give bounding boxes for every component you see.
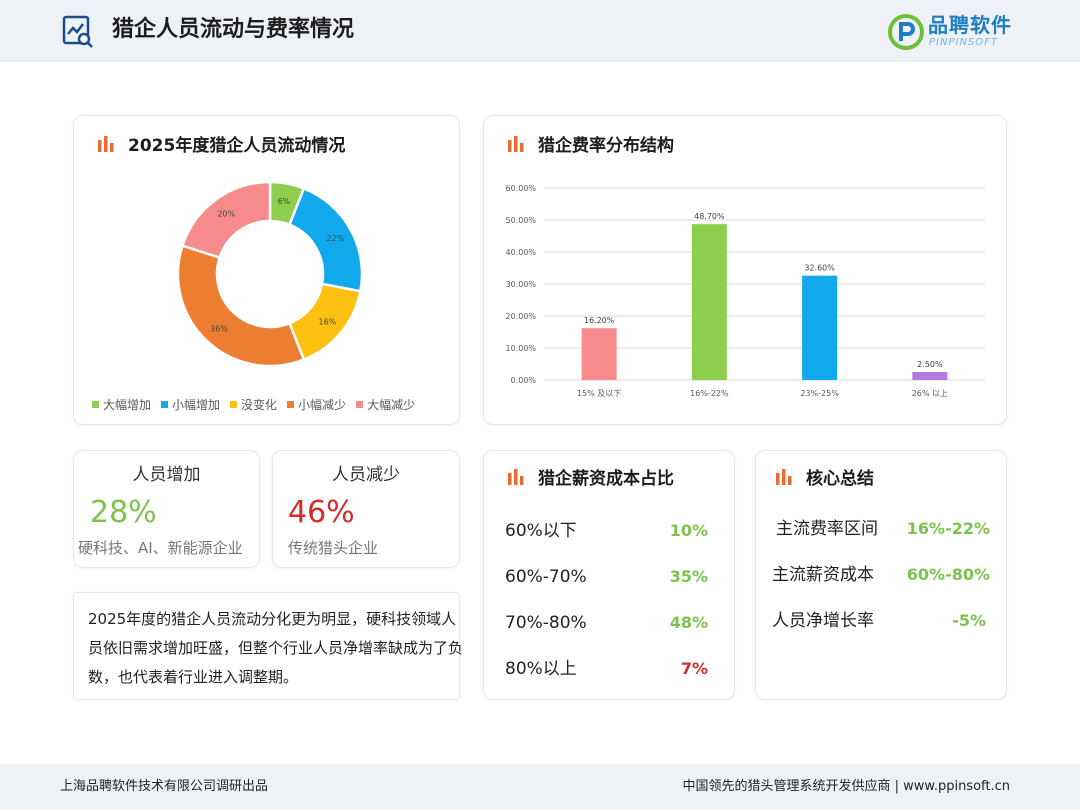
salary-card: 猎企薪资成本占比 60%以下 10% 60%-70% 35% 70%-80% 4… <box>483 450 735 700</box>
legend-swatch <box>92 400 99 408</box>
bar-data-label: 32.60% <box>804 264 835 273</box>
stat-description: 传统猎头企业 <box>288 539 379 557</box>
legend-item: 小幅减少 <box>287 396 346 412</box>
legend-label: 小幅增加 <box>172 397 221 412</box>
salary-row-label: 80%以上 <box>505 659 577 679</box>
page-title: 猎企人员流动与费率情况 <box>112 17 355 42</box>
legend-label: 大幅减少 <box>367 397 416 412</box>
legend-item: 大幅减少 <box>356 396 415 412</box>
bar-chart-icon <box>98 136 114 152</box>
bar <box>912 372 948 380</box>
summary-text: 2025年度的猎企人员流动分化更为明显，硬科技领域人员依旧需求增加旺盛，但整个行… <box>88 610 464 686</box>
logo-mark-icon <box>888 14 924 50</box>
stat-label: 人员增加 <box>132 465 201 485</box>
donut-slice-label: 20% <box>217 210 235 219</box>
bar <box>691 224 727 380</box>
y-tick-label: 0.00% <box>511 376 537 385</box>
core-row-label: 主流费率区间 <box>776 519 878 539</box>
y-tick-label: 20.00% <box>505 312 536 321</box>
salary-row-value: 10% <box>669 521 708 540</box>
legend-label: 没变化 <box>241 397 278 412</box>
core-row-value: -5% <box>952 611 986 630</box>
footer-bar: 上海品聘软件技术有限公司调研出品 中国领先的猎头管理系统开发供应商 | www.… <box>0 764 1080 810</box>
bar-chart-icon <box>776 469 792 485</box>
y-tick-label: 10.00% <box>505 344 536 353</box>
legend-label: 小幅减少 <box>298 397 347 412</box>
core-row-value: 60%-80% <box>906 565 990 584</box>
bar-card: 猎企费率分布结构 0.00% 10.00% 20.00% 30.00% 40.00% 50… <box>483 115 1007 425</box>
salary-row-label: 70%-80% <box>505 613 587 633</box>
logo-subtext: PINPINSOFT <box>929 37 998 48</box>
legend-item: 大幅增加 <box>92 396 151 412</box>
donut-card: 2025年度猎企人员流动情况 6% 22% 16% 36% 20% 大幅增加 小幅增加 没变… <box>73 115 460 425</box>
core-summary-title: 核心总结 <box>806 469 874 489</box>
donut-slice-label: 36% <box>210 324 228 333</box>
stat-card-increase: 人员增加 28% 硬科技、AI、新能源企业 <box>73 450 260 568</box>
y-tick-label: 30.00% <box>505 280 536 289</box>
core-row-label: 主流薪资成本 <box>772 565 874 585</box>
bar <box>581 328 617 380</box>
x-tick-label: 16%-22% <box>690 389 729 398</box>
stat-value: 46% <box>288 495 355 530</box>
x-tick-label: 26% 以上 <box>912 389 948 398</box>
bar-card-title: 猎企费率分布结构 <box>538 136 674 156</box>
legend-item: 小幅增加 <box>161 396 220 412</box>
donut-card-title: 2025年度猎企人员流动情况 <box>128 136 346 156</box>
header-bar: 猎企人员流动与费率情况 品聘软件 PINPINSOFT <box>0 0 1080 62</box>
x-tick-label: 23%-25% <box>800 389 839 398</box>
y-tick-label: 40.00% <box>505 248 536 257</box>
donut-slice-label: 16% <box>319 317 337 326</box>
bar <box>802 275 838 380</box>
brand-logo: 品聘软件 PINPINSOFT <box>888 10 1028 54</box>
footer-company: 上海品聘软件技术有限公司调研出品 <box>60 779 269 794</box>
legend-swatch <box>161 400 169 408</box>
salary-row-value: 7% <box>680 659 708 678</box>
core-row-value: 16%-22% <box>906 519 990 538</box>
x-tick-label: 15% 及以下 <box>577 389 621 398</box>
stat-description: 硬科技、AI、新能源企业 <box>78 539 243 557</box>
legend-swatch <box>230 400 238 408</box>
summary-card: 2025年度的猎企人员流动分化更为明显，硬科技领域人员依旧需求增加旺盛，但整个行… <box>73 592 463 700</box>
donut-slice <box>180 180 272 260</box>
salary-row-label: 60%以下 <box>505 521 577 541</box>
donut-chart: 6% 22% 16% 36% 20% <box>176 180 364 368</box>
donut-slice <box>176 243 306 368</box>
footer-tagline: 中国领先的猎头管理系统开发供应商 | www.ppinsoft.cn <box>682 779 1010 794</box>
bar-chart-icon <box>508 136 524 152</box>
bar-chart: 0.00% 10.00% 20.00% 30.00% 40.00% 50.00% 60.00… <box>505 184 985 398</box>
logo-text: 品聘软件 <box>928 13 1012 37</box>
legend-item: 没变化 <box>230 396 277 412</box>
bar-chart-icon <box>508 469 524 485</box>
salary-card-title: 猎企薪资成本占比 <box>538 469 674 489</box>
bar-data-label: 2.50% <box>917 360 943 369</box>
donut-slice-label: 6% <box>278 197 291 206</box>
stat-value: 28% <box>90 495 157 530</box>
donut-slice-label: 22% <box>326 234 344 243</box>
legend-label: 大幅增加 <box>103 397 152 412</box>
legend-swatch <box>287 400 295 408</box>
stat-label: 人员减少 <box>332 465 400 485</box>
legend-swatch <box>356 400 364 408</box>
y-tick-label: 60.00% <box>505 184 536 193</box>
donut-legend: 大幅增加 小幅增加 没变化 小幅减少 大幅减少 <box>92 396 452 412</box>
core-summary-card: 核心总结 主流费率区间 16%-22% 主流薪资成本 60%-80% 人员净增长… <box>755 450 1007 700</box>
stat-card-decrease: 人员减少 46% 传统猎头企业 <box>272 450 460 568</box>
y-tick-label: 50.00% <box>505 216 536 225</box>
core-row-label: 人员净增长率 <box>772 611 874 631</box>
bar-data-label: 48.70% <box>694 212 725 221</box>
salary-row-value: 35% <box>669 567 708 586</box>
salary-row-value: 48% <box>669 613 708 632</box>
bar-data-label: 16.20% <box>584 316 615 325</box>
chart-report-icon <box>62 15 93 48</box>
salary-row-label: 60%-70% <box>505 567 587 587</box>
